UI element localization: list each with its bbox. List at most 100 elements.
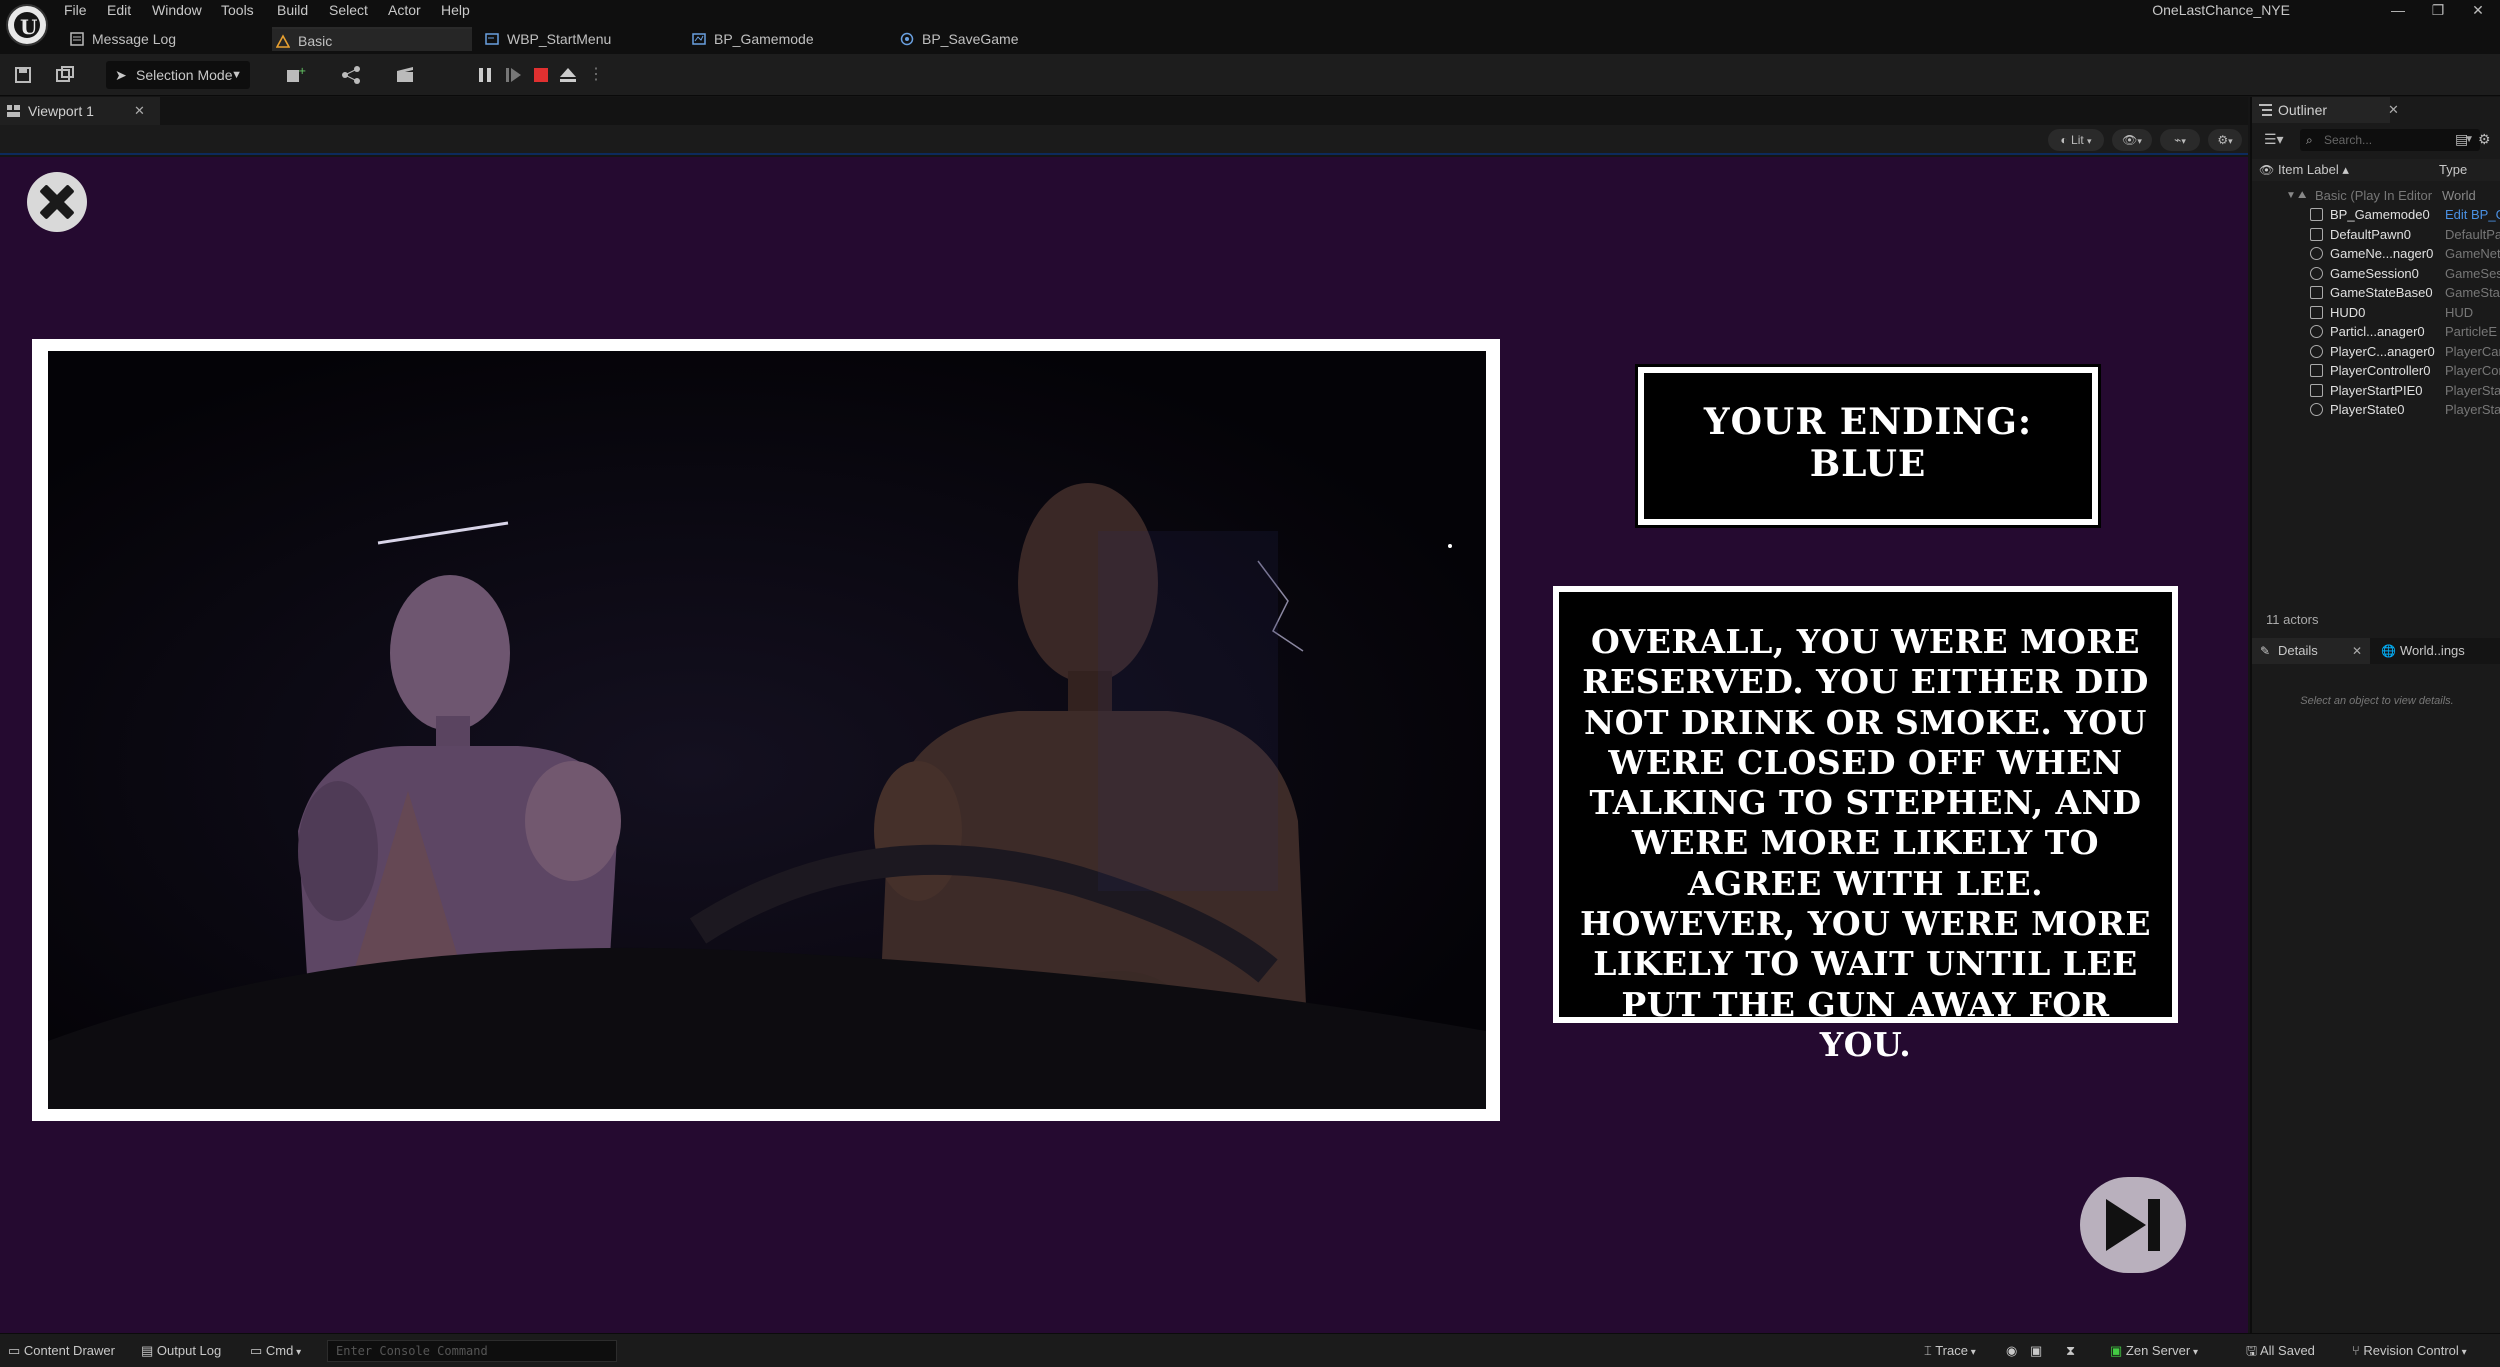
close-tab-icon[interactable]: ✕ — [2352, 638, 2362, 664]
column-type[interactable]: Type — [2439, 159, 2467, 181]
content-drawer-icon: ▭ — [8, 1343, 24, 1358]
menu-actor[interactable]: Actor — [388, 0, 421, 20]
tab-details[interactable]: ✎ Details ✕ — [2252, 638, 2370, 664]
menu-edit[interactable]: Edit — [107, 0, 131, 20]
outliner-column-header: 👁 Item Label ▴ Type — [2252, 159, 2500, 181]
viewport-icon — [7, 105, 20, 117]
outliner-search-input[interactable]: ⌕ Search... ▼ — [2300, 129, 2480, 151]
tab-bp-gamemode[interactable]: BP_Gamemode — [688, 27, 888, 51]
selection-mode-label: Selection Mode — [136, 67, 233, 83]
tab-basic[interactable]: Basic — [272, 27, 472, 51]
stop-icon[interactable] — [530, 64, 552, 86]
pause-icon[interactable] — [474, 64, 496, 86]
ending-title: YOUR ENDING: BLUE — [1644, 401, 2092, 485]
outliner-row[interactable]: DefaultPawn0 DefaultPa — [2252, 225, 2500, 245]
viewport-toolbar: ◐ Lit ▾ 👁▾ ⌁▾ ⚙▾ — [0, 125, 2248, 155]
add-folder-icon[interactable]: ▤ — [2455, 131, 2468, 148]
browse-content-icon[interactable] — [54, 64, 76, 86]
menu-select[interactable]: Select — [329, 0, 368, 20]
trace-dropdown[interactable]: ⌶ Trace ▾ — [1924, 1341, 1976, 1361]
tab-world-settings[interactable]: 🌐 World..ings — [2376, 638, 2496, 664]
timer-icon[interactable]: ⧗ — [2066, 1341, 2075, 1361]
edit-blueprint-link[interactable]: Edit BP_G — [2445, 205, 2500, 225]
content-drawer-button[interactable]: ▭ Content Drawer — [8, 1341, 115, 1361]
outliner-row[interactable]: GameSession0 GameSes — [2252, 264, 2500, 284]
column-item-label[interactable]: Item Label ▴ — [2278, 159, 2349, 181]
tab-message-log[interactable]: Message Log — [66, 27, 266, 51]
outliner-row[interactable]: GameStateBase0 GameStat — [2252, 283, 2500, 303]
main-toolbar: ➤ Selection Mode ▼ + ⋮ — [0, 54, 2500, 96]
menu-help[interactable]: Help — [441, 0, 470, 20]
outliner-world-row[interactable]: ▼ ⛰ Basic (Play In Editor World — [2252, 186, 2500, 206]
chevron-down-icon: ▾ — [2087, 136, 2092, 146]
tab-viewport-1[interactable]: Viewport 1 ✕ — [0, 97, 160, 125]
show-flags-dropdown[interactable]: 👁▾ — [2112, 129, 2152, 151]
revision-control-label: Revision Control — [2363, 1343, 2459, 1358]
menu-build[interactable]: Build — [277, 0, 308, 20]
close-tab-icon[interactable]: ✕ — [134, 97, 145, 125]
tab-label: WBP_StartMenu — [507, 31, 612, 47]
outliner-icon — [2259, 104, 2272, 116]
outliner-row[interactable]: PlayerStartPIE0 PlayerSta — [2252, 381, 2500, 401]
hud-icon — [2310, 306, 2323, 319]
tab-bp-savegame[interactable]: BP_SaveGame — [896, 27, 1096, 51]
add-actor-icon[interactable]: + — [284, 64, 306, 86]
revision-control-icon: ⑂ — [2352, 1343, 2364, 1358]
blueprint-menu-icon[interactable] — [340, 64, 362, 86]
outliner-row[interactable]: BP_Gamemode0 Edit BP_G — [2252, 205, 2500, 225]
output-log-button[interactable]: ▤ Output Log — [141, 1341, 221, 1361]
expand-arrow-icon[interactable]: ▼ — [2286, 186, 2296, 206]
cinematics-icon[interactable] — [394, 64, 416, 86]
ending-summary-text: OVERALL, YOU WERE MORE RESERVED. YOU EIT… — [1579, 622, 2151, 1064]
next-button[interactable] — [2080, 1177, 2186, 1273]
title-bar: U File Edit Window Tools Build Select Ac… — [0, 0, 2500, 54]
selection-mode-dropdown[interactable]: ➤ Selection Mode ▼ — [106, 61, 250, 89]
unreal-logo-icon[interactable]: U — [6, 4, 48, 46]
outliner-row[interactable]: HUD0 HUD — [2252, 303, 2500, 323]
tab-wbp-startmenu[interactable]: WBP_StartMenu — [481, 27, 681, 51]
game-viewport[interactable]: YOUR ENDING: BLUE OVERALL, YOU WERE MORE… — [0, 157, 2248, 1333]
console-command-input[interactable]: Enter Console Command — [327, 1340, 617, 1362]
lit-mode-dropdown[interactable]: ◐ Lit ▾ — [2048, 129, 2104, 151]
outliner-row[interactable]: Particl...anager0 ParticleE — [2252, 322, 2500, 342]
pawn-icon — [2310, 228, 2323, 241]
outliner-row[interactable]: PlayerState0 PlayerSta — [2252, 400, 2500, 420]
settings-gear-icon[interactable]: ⚙ — [2478, 131, 2491, 148]
revision-control-dropdown[interactable]: ⑂ Revision Control ▾ — [2352, 1341, 2467, 1361]
save-status[interactable]: 🖫 All Saved — [2246, 1341, 2315, 1361]
outliner-row[interactable]: PlayerController0 PlayerCor — [2252, 361, 2500, 381]
save-icon[interactable] — [12, 64, 34, 86]
actor-sphere-icon — [2310, 267, 2323, 280]
menu-window[interactable]: Window — [152, 0, 202, 20]
actor-count: 11 actors — [2266, 612, 2319, 627]
tab-outliner[interactable]: Outliner ✕ — [2252, 97, 2399, 123]
outliner-row[interactable]: PlayerC...anager0 PlayerCar — [2252, 342, 2500, 362]
record-icon[interactable]: ◉ — [2006, 1341, 2017, 1361]
restore-icon[interactable]: ❐ — [2418, 0, 2458, 20]
lit-label: Lit — [2071, 133, 2084, 147]
savegame-blueprint-icon — [900, 32, 914, 46]
visibility-eye-icon[interactable]: 👁 — [2259, 159, 2274, 181]
output-log-label: Output Log — [156, 1343, 222, 1358]
cmd-dropdown[interactable]: ▭ Cmd ▾ — [250, 1341, 301, 1361]
more-options-icon[interactable]: ⋮ — [585, 64, 607, 86]
step-forward-icon[interactable] — [502, 64, 524, 86]
ending-summary-box: OVERALL, YOU WERE MORE RESERVED. YOU EIT… — [1553, 586, 2178, 1064]
menu-file[interactable]: File — [64, 0, 87, 20]
realtime-dropdown[interactable]: ⌁▾ — [2160, 129, 2200, 151]
cursor-icon: ➤ — [115, 67, 127, 83]
minimize-icon[interactable]: — — [2378, 0, 2418, 20]
viewport-settings-dropdown[interactable]: ⚙▾ — [2208, 129, 2242, 151]
close-tab-icon[interactable]: ✕ — [2388, 97, 2399, 123]
menu-tools[interactable]: Tools — [221, 0, 254, 20]
close-game-button[interactable] — [27, 172, 87, 232]
tab-label: BP_SaveGame — [922, 31, 1019, 47]
eject-icon[interactable] — [557, 64, 579, 86]
filter-icon[interactable]: ☰▾ — [2264, 131, 2284, 148]
outliner-row[interactable]: GameNe...nager0 GameNet — [2252, 244, 2500, 264]
zen-server-dropdown[interactable]: ▣ Zen Server ▾ — [2110, 1341, 2198, 1361]
screenshot-icon[interactable]: ▣ — [2030, 1341, 2042, 1361]
tab-label: BP_Gamemode — [714, 31, 814, 47]
controller-icon — [2310, 364, 2323, 377]
close-window-icon[interactable]: ✕ — [2458, 0, 2498, 20]
